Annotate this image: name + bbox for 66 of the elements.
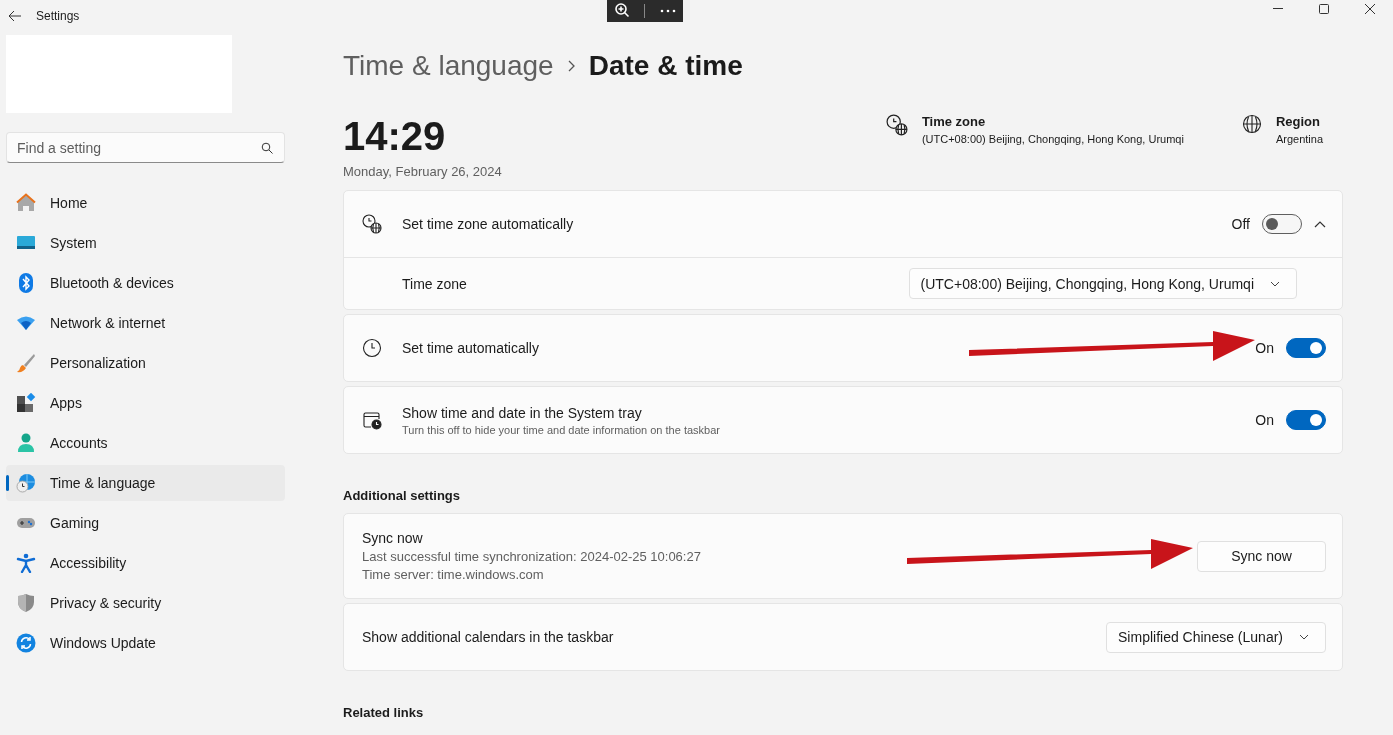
current-time: 14:29 xyxy=(343,114,447,158)
info-text: Time server: time.windows.com xyxy=(362,567,545,582)
clock-icon xyxy=(362,338,382,358)
summary-value: Argentina xyxy=(1275,133,1323,145)
dropdown[interactable]: Simplified Chinese (Lunar) xyxy=(1106,621,1326,653)
shield-icon xyxy=(16,593,36,613)
sidebar-item[interactable]: Home xyxy=(6,185,285,221)
current-date: Monday, February 26, 2024 xyxy=(343,164,503,179)
chevron-down-icon xyxy=(1270,280,1280,287)
brush-icon xyxy=(16,353,36,373)
setting-label: Set time zone automatically xyxy=(402,216,575,232)
sidebar-item[interactable]: Personalization xyxy=(6,345,285,381)
sidebar-item[interactable]: System xyxy=(6,225,285,261)
zoom-in-icon[interactable] xyxy=(614,3,631,19)
setting-label: Time zone xyxy=(402,275,467,292)
more-icon[interactable] xyxy=(659,9,676,13)
apps-icon xyxy=(16,393,36,413)
calendar-clock-icon xyxy=(362,410,382,430)
toggle-switch[interactable] xyxy=(1262,214,1302,234)
section-heading: Related links xyxy=(343,705,425,720)
dropdown[interactable]: (UTC+08:00) Beijing, Chongqing, Hong Kong, Urumqi xyxy=(908,268,1297,299)
house-icon xyxy=(16,193,36,213)
globe-clock-icon xyxy=(16,473,36,493)
setting-label: Show time and date in the System tray xyxy=(402,404,643,421)
sidebar-item[interactable]: Gaming xyxy=(6,505,285,541)
breadcrumb-link[interactable]: Time & language xyxy=(343,50,554,82)
toggle-state-label: On xyxy=(1255,340,1274,356)
summary-title: Region xyxy=(1275,114,1321,129)
setting-label: Sync now xyxy=(362,530,424,546)
clock-globe-icon xyxy=(885,114,908,136)
setting-label: Show additional calendars in the taskbar xyxy=(362,629,615,645)
bluetooth-icon xyxy=(16,273,36,293)
card-subtitle: Turn this off to hide your time and date information on the taskbar xyxy=(402,423,721,436)
toggle-switch[interactable] xyxy=(1286,410,1326,430)
search-field[interactable]: Find a setting xyxy=(6,132,285,163)
toggle-state-label: Off xyxy=(1231,216,1250,232)
section-heading: Additional settings xyxy=(343,488,461,503)
sidebar-item[interactable]: Accounts xyxy=(6,425,285,461)
accessibility-icon xyxy=(16,553,36,573)
sync-now-button[interactable]: Sync now xyxy=(1197,540,1326,572)
chevron-down-icon xyxy=(1299,634,1309,640)
globe-icon xyxy=(1241,114,1262,134)
sidebar-item[interactable]: Accessibility xyxy=(6,545,285,581)
info-text: Last successful time synchronization: 2024-02-25 10:06:27 xyxy=(362,549,702,564)
person-icon xyxy=(16,433,36,453)
maximize-icon[interactable] xyxy=(1319,2,1329,16)
clock-globe-icon xyxy=(362,214,382,234)
sidebar-item[interactable]: Windows Update xyxy=(6,625,285,661)
sidebar-item[interactable]: Network & internet xyxy=(6,305,285,341)
summary-value: (UTC+08:00) Beijing, Chongqing, Hong Kong, Urumqi xyxy=(921,133,1184,145)
sidebar-item[interactable]: Privacy & security xyxy=(6,585,285,621)
chevron-right-icon xyxy=(567,60,575,72)
toggle-state-label: On xyxy=(1255,412,1274,428)
sidebar-item[interactable]: Bluetooth & devices xyxy=(6,265,285,301)
search-icon xyxy=(261,142,273,154)
window-title: Settings xyxy=(36,9,80,23)
sync-icon xyxy=(16,633,36,653)
close-icon[interactable] xyxy=(1365,2,1375,16)
sidebar-item[interactable]: Apps xyxy=(6,385,285,421)
setting-label: Set time automatically xyxy=(402,340,540,356)
back-arrow-icon[interactable] xyxy=(8,10,22,22)
summary-title: Time zone xyxy=(921,114,987,129)
page-title: Date & time xyxy=(588,50,743,82)
chevron-icon[interactable] xyxy=(1314,220,1326,228)
toggle-switch[interactable] xyxy=(1286,338,1326,358)
sidebar-item[interactable]: Time & language xyxy=(6,465,285,501)
